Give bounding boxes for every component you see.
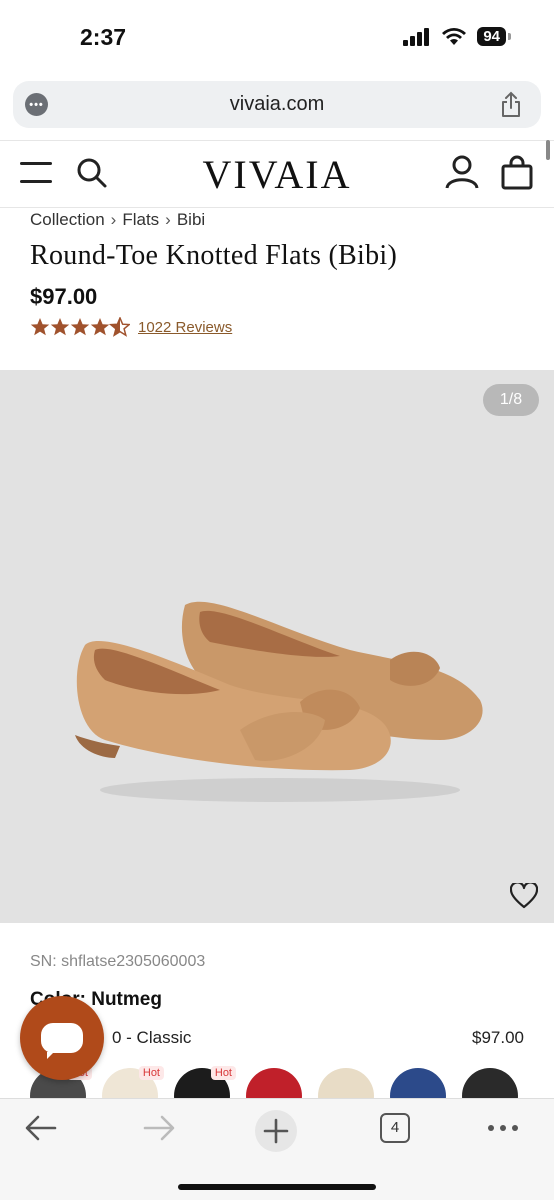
variant-label[interactable]: 0 - Classic <box>112 1028 191 1048</box>
chevron-right-icon: › <box>165 210 171 229</box>
product-image[interactable] <box>60 590 500 810</box>
battery-indicator: 94 <box>477 27 511 46</box>
breadcrumb: Collection › Flats › Bibi <box>30 210 205 230</box>
product-gallery[interactable]: 1/8 <box>0 370 554 923</box>
account-icon[interactable] <box>444 154 480 190</box>
forward-arrow-icon[interactable] <box>142 1113 176 1143</box>
hot-badge: Hot <box>138 1066 164 1080</box>
product-sn: SN: shflatse2305060003 <box>30 953 206 970</box>
address-bar[interactable]: ••• vivaia.com <box>13 81 541 128</box>
image-counter: 1/8 <box>483 384 539 416</box>
chat-button[interactable] <box>20 996 104 1080</box>
tabs-button[interactable]: 4 <box>380 1113 410 1143</box>
scroll-indicator <box>546 140 550 160</box>
reviews-link[interactable]: 1022 Reviews <box>138 319 232 336</box>
breadcrumb-collection[interactable]: Collection <box>30 210 105 230</box>
site-header: VIVAIA <box>0 140 554 208</box>
status-bar: 2:37 94 <box>0 0 554 76</box>
signal-icon <box>403 27 430 46</box>
rating[interactable]: 1022 Reviews <box>30 317 232 337</box>
more-options-icon[interactable] <box>486 1123 520 1133</box>
breadcrumb-flats[interactable]: Flats <box>122 210 159 230</box>
browser-toolbar: 4 <box>0 1098 554 1200</box>
chevron-right-icon: › <box>110 210 117 229</box>
back-arrow-icon[interactable] <box>24 1113 58 1143</box>
new-tab-plus-icon[interactable] <box>254 1109 298 1153</box>
shopping-bag-icon[interactable] <box>500 155 534 191</box>
wifi-icon <box>442 27 467 45</box>
share-icon[interactable] <box>499 91 523 119</box>
product-title: Round-Toe Knotted Flats (Bibi) <box>30 240 398 271</box>
hot-badge: Hot <box>210 1066 236 1080</box>
status-icons: 94 <box>403 27 511 46</box>
product-price: $97.00 <box>30 284 98 309</box>
wishlist-heart-icon[interactable] <box>510 883 538 909</box>
star-rating-icon <box>30 317 130 337</box>
home-indicator <box>178 1184 376 1190</box>
breadcrumb-bibi[interactable]: Bibi <box>177 210 205 230</box>
chat-icon <box>41 1023 83 1059</box>
color-value: Nutmeg <box>91 989 162 1010</box>
variant-price: $97.00 <box>472 1028 524 1047</box>
status-time: 2:37 <box>80 24 127 50</box>
url-text[interactable]: vivaia.com <box>13 93 541 116</box>
